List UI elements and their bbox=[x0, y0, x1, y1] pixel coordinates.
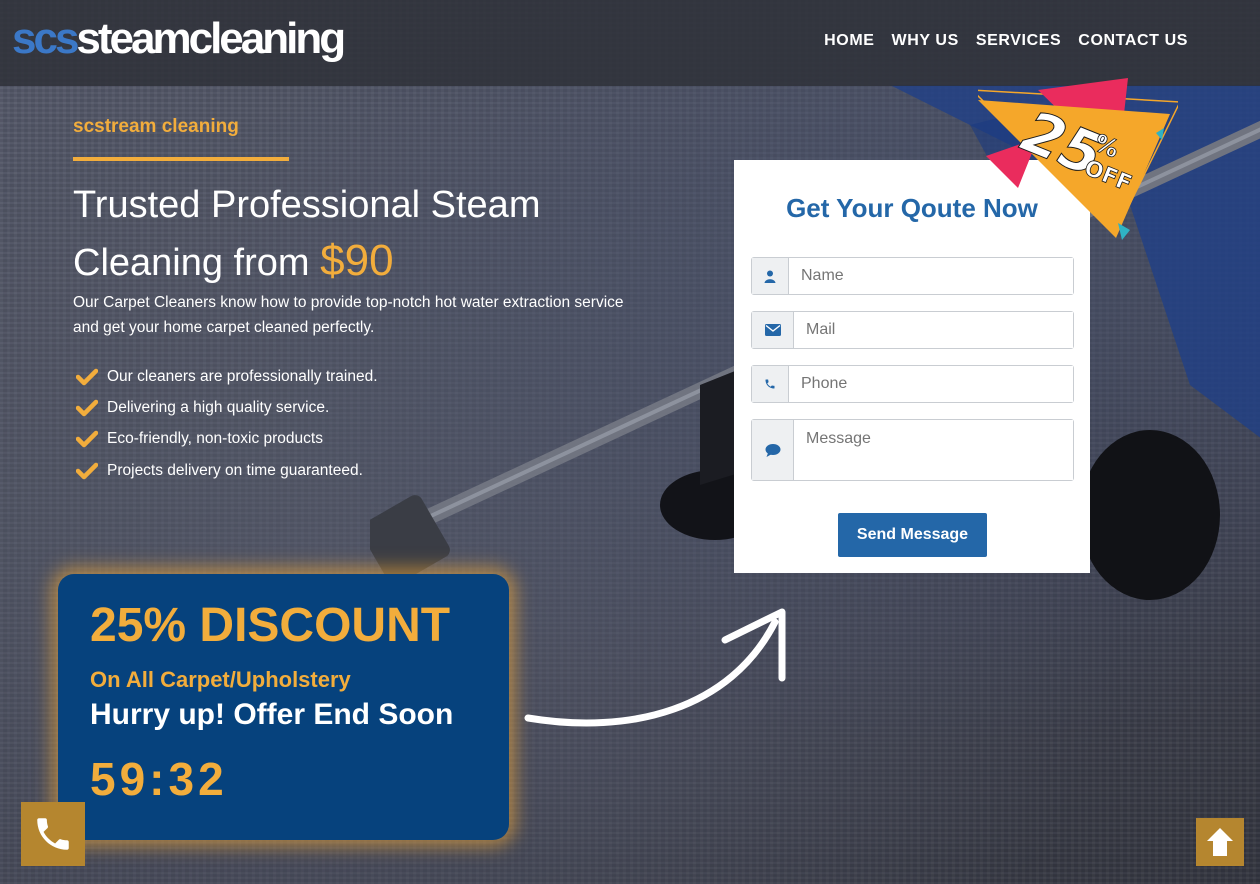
headline-line1: Trusted Professional Steam bbox=[73, 184, 541, 226]
name-input[interactable] bbox=[789, 258, 1073, 294]
site-logo[interactable]: scssteamcleaning bbox=[12, 14, 346, 64]
kicker-underline bbox=[73, 157, 289, 161]
promo-subtitle: On All Carpet/Upholstery bbox=[90, 667, 351, 692]
discount-badge: 25 % OFF bbox=[970, 78, 1182, 248]
comment-icon bbox=[752, 420, 794, 480]
mail-field bbox=[751, 311, 1074, 349]
check-icon bbox=[76, 430, 98, 448]
curved-arrow-icon bbox=[524, 608, 786, 727]
phone-icon bbox=[752, 366, 789, 402]
feature-item: Eco-friendly, non-toxic products bbox=[76, 424, 378, 455]
logo-prefix: scs bbox=[12, 14, 79, 63]
discount-promo-card: 25% DISCOUNT On All Carpet/Upholstery Hu… bbox=[58, 574, 509, 840]
site-header: scssteamcleaning HOME WHY US SERVICES CO… bbox=[0, 0, 1260, 86]
hero-lead: Our Carpet Cleaners know how to provide … bbox=[73, 294, 624, 336]
nav-services[interactable]: SERVICES bbox=[976, 32, 1061, 50]
check-icon bbox=[76, 399, 98, 417]
phone-field bbox=[751, 365, 1074, 403]
nav-contact-us[interactable]: CONTACT US bbox=[1078, 32, 1188, 50]
user-icon bbox=[752, 258, 789, 294]
arrow-up-icon bbox=[1207, 828, 1233, 856]
hero-kicker: scstream cleaning bbox=[73, 116, 239, 137]
message-field bbox=[751, 419, 1074, 481]
send-message-button[interactable]: Send Message bbox=[838, 513, 987, 557]
headline-price: $90 bbox=[320, 236, 394, 285]
feature-item: Delivering a high quality service. bbox=[76, 392, 378, 423]
phone-icon bbox=[37, 818, 69, 850]
envelope-icon bbox=[752, 312, 794, 348]
feature-list: Our cleaners are professionally trained.… bbox=[76, 361, 378, 486]
countdown-timer: 59:32 bbox=[90, 753, 228, 805]
main-nav: HOME WHY US SERVICES CONTACT US bbox=[824, 32, 1188, 50]
feature-item: Our cleaners are professionally trained. bbox=[76, 361, 378, 392]
promo-title: 25% DISCOUNT bbox=[90, 599, 451, 652]
badge-graphic: 25 % OFF bbox=[970, 78, 1182, 240]
hero-headline: Trusted Professional Steam Cleaning from… bbox=[73, 178, 673, 291]
floating-call-button[interactable] bbox=[21, 802, 85, 866]
feature-item: Projects delivery on time guaranteed. bbox=[76, 455, 378, 486]
logo-suffix: steamcleaning bbox=[76, 14, 346, 63]
headline-line2: Cleaning from bbox=[73, 242, 321, 284]
scroll-to-top-button[interactable] bbox=[1196, 818, 1244, 866]
message-input[interactable] bbox=[794, 420, 1073, 480]
feature-text: Eco-friendly, non-toxic products bbox=[107, 430, 323, 448]
feature-text: Projects delivery on time guaranteed. bbox=[107, 461, 363, 479]
name-field bbox=[751, 257, 1074, 295]
check-icon bbox=[76, 368, 98, 385]
nav-home[interactable]: HOME bbox=[824, 32, 874, 50]
check-icon bbox=[76, 462, 98, 479]
promo-hurry: Hurry up! Offer End Soon bbox=[90, 698, 454, 731]
mail-input[interactable] bbox=[794, 312, 1073, 348]
phone-input[interactable] bbox=[789, 366, 1073, 402]
feature-text: Our cleaners are professionally trained. bbox=[107, 367, 378, 385]
nav-why-us[interactable]: WHY US bbox=[892, 32, 959, 50]
feature-text: Delivering a high quality service. bbox=[107, 398, 330, 416]
